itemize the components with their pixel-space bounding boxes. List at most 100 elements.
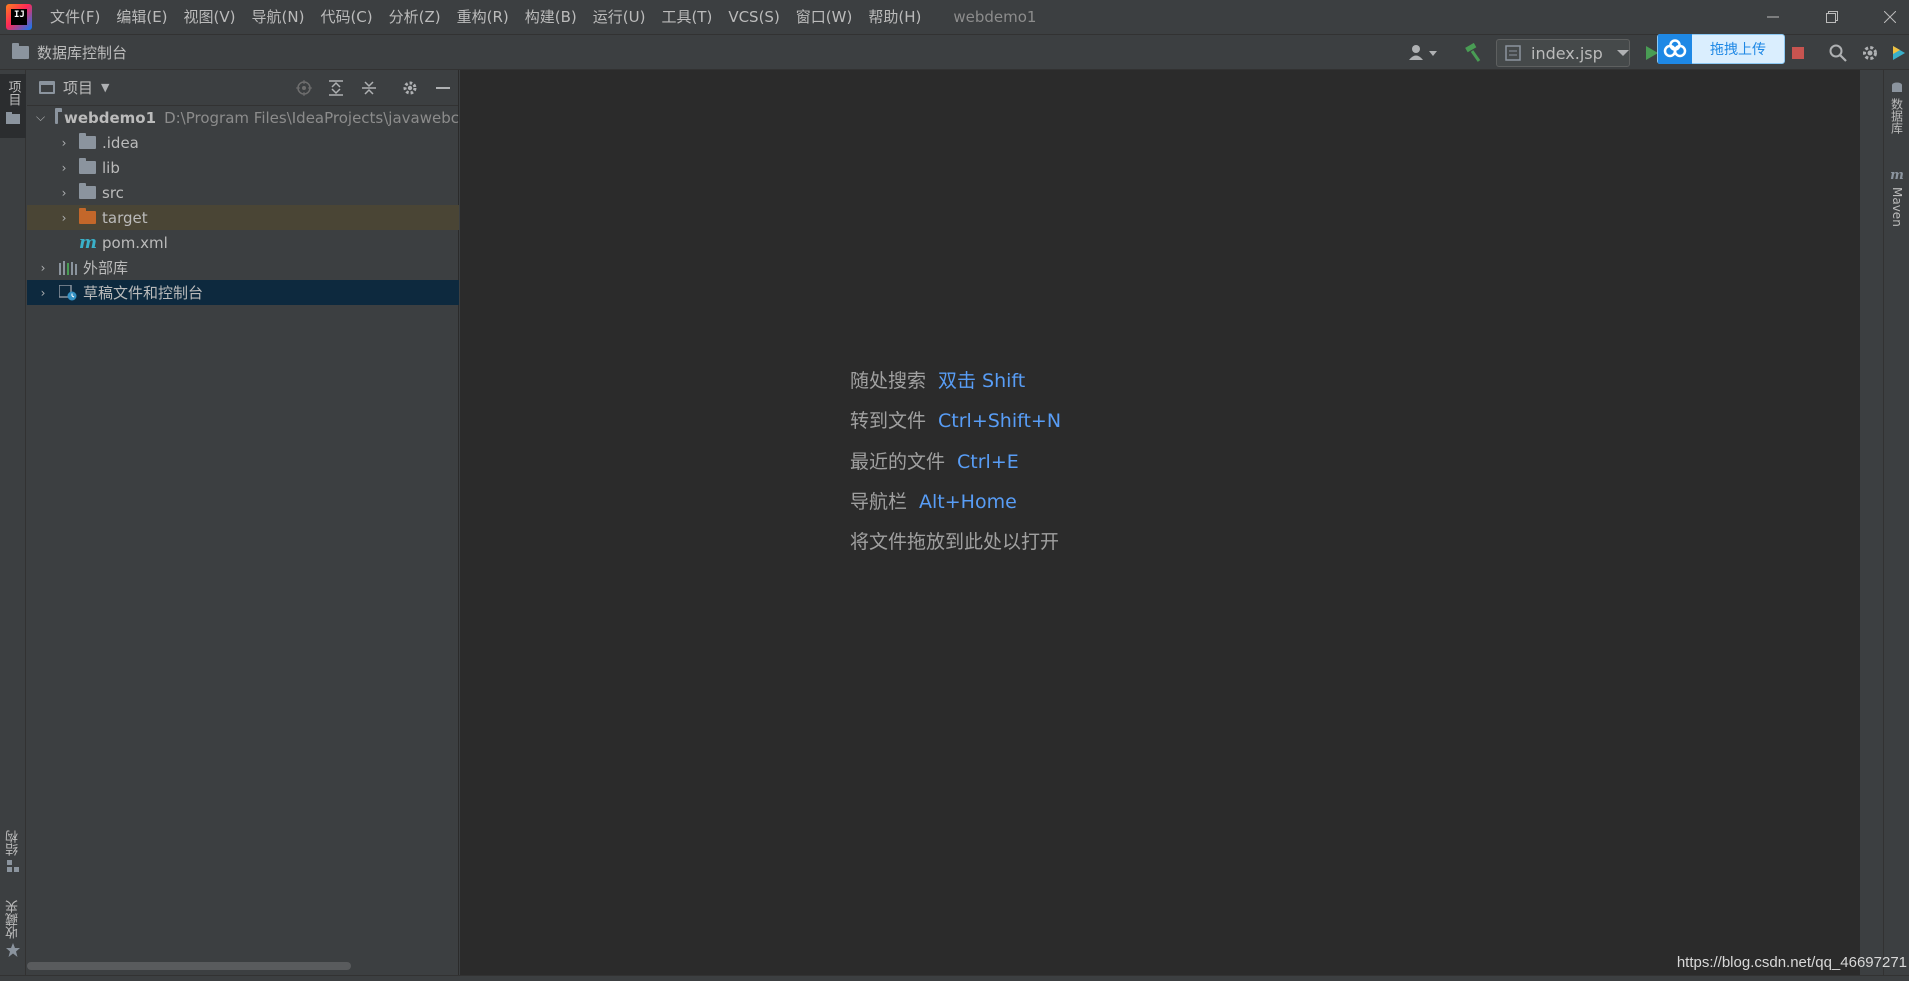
hint-search-everywhere: 随处搜索 双击 Shift [850,366,1025,393]
folder-icon [12,42,29,59]
title-bar: IJ 文件(F) 编辑(E) 视图(V) 导航(N) 代码(C) 分析(Z) 重… [0,0,1909,34]
tree-row-external-libs[interactable]: › 外部库 [27,255,459,280]
hint-shortcut: Ctrl+Shift+N [938,410,1062,432]
breadcrumb[interactable]: 数据库控制台 [37,42,127,63]
folder-icon [79,183,96,199]
favorites-tab-label: 收藏夹 [5,900,21,939]
editor-empty-area[interactable]: 随处搜索 双击 Shift 转到文件 Ctrl+Shift+N 最近的文件 Ctrl+… [460,70,1860,975]
project-tool-tab[interactable]: 项目 [0,74,26,138]
maven-tab-label: Maven [1890,187,1904,227]
horizontal-scrollbar[interactable] [27,962,351,970]
settings-gear-icon[interactable] [1858,40,1882,66]
menu-file[interactable]: 文件(F) [42,0,108,34]
structure-tab-label: 结构 [5,830,21,856]
tree-label: pom.xml [102,233,168,252]
favorites-tool-tab[interactable]: 收藏夹 [0,900,26,970]
tree-row-target[interactable]: › target [27,205,459,230]
right-tool-stripe: 数据库 m Maven [1883,70,1909,975]
tree-label: src [102,183,124,202]
hint-drop-files: 将文件拖放到此处以打开 [850,527,1059,554]
minimize-button[interactable] [1744,0,1802,34]
excluded-folder-icon [79,208,96,224]
structure-tool-tab[interactable]: 结构 [0,830,26,886]
folder-icon [79,133,96,149]
gear-icon[interactable] [398,76,422,100]
menu-build[interactable]: 构建(B) [517,0,585,34]
hint-text: 随处搜索 [850,370,927,392]
structure-icon [7,860,19,872]
run-configuration-dropdown[interactable]: index.jsp [1496,39,1630,67]
expand-all-icon[interactable] [324,76,348,100]
left-tool-stripe: 项目 结构 收藏夹 [0,70,26,975]
chevron-down-icon[interactable]: ⌵ [36,110,45,125]
module-folder-icon [55,108,62,124]
hide-panel-icon[interactable] [431,76,455,100]
restore-button[interactable] [1803,0,1861,34]
hint-navigation-bar: 导航栏 Alt+Home [850,487,1017,514]
hint-text: 最近的文件 [850,451,946,473]
hint-recent-files: 最近的文件 Ctrl+E [850,447,1019,474]
chevron-right-icon[interactable]: › [36,261,50,275]
hint-text: 将文件拖放到此处以打开 [850,531,1060,553]
tree-label: .idea [102,133,139,152]
upload-label: 拖拽上传 [1710,42,1766,58]
database-tool-tab[interactable]: 数据库 [1884,82,1909,152]
hint-goto-file: 转到文件 Ctrl+Shift+N [850,406,1061,433]
tree-row-scratches[interactable]: › 草稿文件和控制台 [27,280,459,305]
hint-text: 导航栏 [850,491,908,513]
database-tab-label: 数据库 [1889,98,1904,134]
hint-text: 转到文件 [850,410,927,432]
project-panel-title[interactable]: 项目 [63,77,93,98]
maven-icon: m [1890,168,1904,183]
collapse-all-icon[interactable] [357,76,381,100]
chevron-right-icon[interactable]: › [57,211,71,225]
hint-shortcut: Alt+Home [919,491,1017,513]
tree-row-idea[interactable]: › .idea [27,130,459,155]
window-title: webdemo1 [953,8,1037,26]
tree-row-webdemo1[interactable]: ⌵ webdemo1 D:\Program Files\IdeaProjects… [27,105,459,130]
folder-icon [6,112,20,124]
user-account-icon[interactable] [1406,40,1440,66]
menu-vcs[interactable]: VCS(S) [720,0,787,34]
chevron-right-icon[interactable]: › [57,136,71,150]
tree-label: 外部库 [83,259,129,277]
close-window-button[interactable] [1861,0,1909,34]
menu-tools[interactable]: 工具(T) [653,0,720,34]
intellij-logo-icon: IJ [6,4,32,30]
scratches-icon [59,284,77,300]
chevron-right-icon[interactable]: › [57,186,71,200]
chevron-right-icon[interactable]: › [57,161,71,175]
watermark-url: https://blog.csdn.net/qq_46697271 [1676,954,1907,971]
plugin-icon[interactable] [1889,40,1909,66]
baidu-cloud-icon [1658,34,1692,64]
menu-refactor[interactable]: 重构(R) [449,0,517,34]
menu-code[interactable]: 代码(C) [312,0,380,34]
chevron-down-icon [1616,50,1629,56]
drag-upload-widget[interactable]: 拖拽上传 [1657,34,1785,64]
tree-row-src[interactable]: › src [27,180,459,205]
hint-shortcut: Ctrl+E [957,451,1019,473]
menu-navigate[interactable]: 导航(N) [244,0,313,34]
menu-analyze[interactable]: 分析(Z) [381,0,449,34]
menu-view[interactable]: 视图(V) [176,0,244,34]
search-icon[interactable] [1826,40,1850,66]
chevron-right-icon[interactable]: › [36,286,50,300]
status-bar [0,975,1909,981]
project-tab-label: 项目 [5,80,21,106]
jsp-file-icon [1505,45,1521,61]
chevron-down-icon[interactable]: ▼ [101,81,109,94]
maven-tool-tab[interactable]: m Maven [1884,168,1909,248]
tree-row-pom[interactable]: m pom.xml [27,230,459,255]
menu-help[interactable]: 帮助(H) [860,0,929,34]
menu-edit[interactable]: 编辑(E) [108,0,175,34]
locate-file-icon[interactable] [292,76,316,100]
project-view-icon [39,81,55,94]
menu-window[interactable]: 窗口(W) [788,0,861,34]
star-icon [6,943,20,957]
run-config-label: index.jsp [1531,43,1603,63]
build-hammer-icon[interactable] [1460,40,1486,66]
stop-icon[interactable] [1788,40,1808,66]
project-panel-header: 项目 ▼ [27,70,458,106]
menu-run[interactable]: 运行(U) [585,0,654,34]
tree-row-lib[interactable]: › lib [27,155,459,180]
